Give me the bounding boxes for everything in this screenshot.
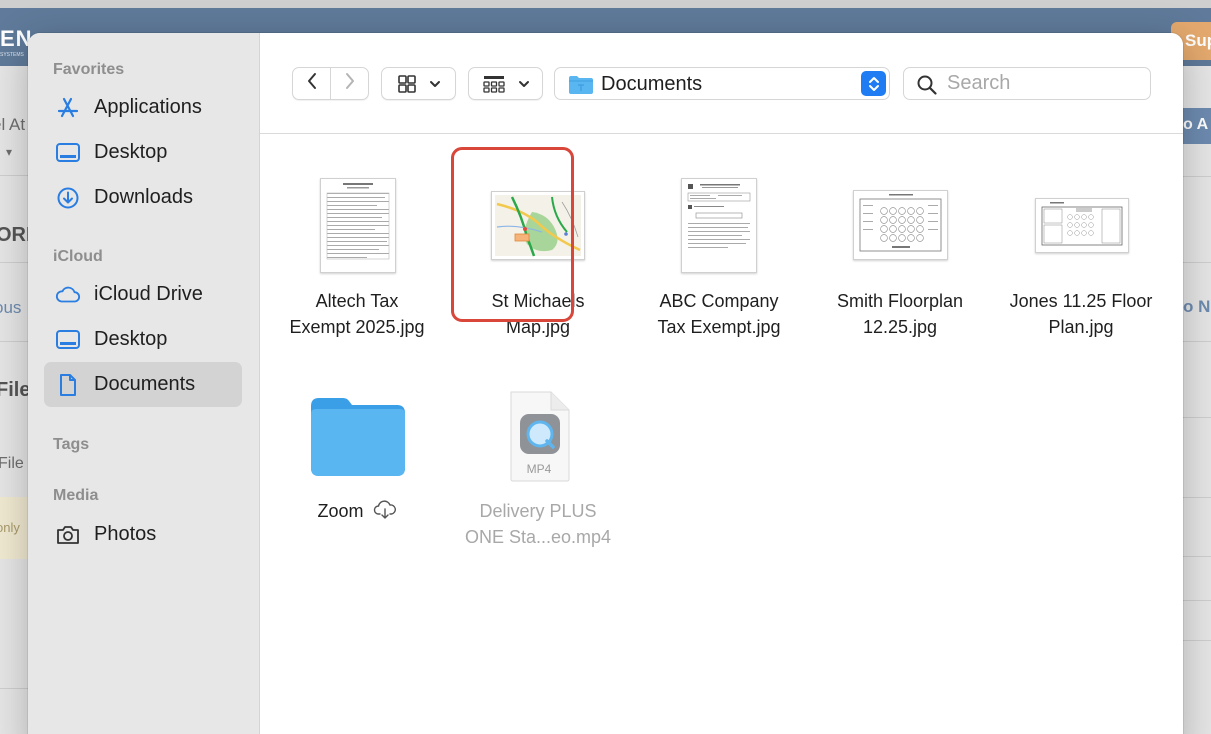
view-mode-button[interactable]: [381, 67, 456, 100]
background-right-button[interactable]: o A: [1183, 108, 1211, 144]
background-divider: [1183, 497, 1211, 498]
background-divider: [0, 262, 28, 263]
chevron-left-icon: [306, 72, 318, 95]
sidebar-section-favorites: Favorites: [53, 61, 125, 78]
file-type-badge: MP4: [526, 462, 552, 476]
folder-item[interactable]: Zoom: [267, 394, 447, 594]
search-icon: [916, 74, 938, 96]
file-name: Smith Floorplan: [836, 291, 964, 311]
chevron-right-icon: [344, 72, 356, 95]
search-input[interactable]: [947, 71, 1137, 96]
sidebar-item-label: Desktop: [94, 141, 168, 163]
sidebar-item-label: Downloads: [94, 186, 193, 208]
file-name: Altech Tax: [315, 291, 399, 311]
file-item[interactable]: Altech Tax Exempt 2025.jpg: [267, 134, 447, 374]
sidebar-section-icloud: iCloud: [53, 248, 103, 265]
grid-view-icon: [397, 74, 417, 94]
background-divider: [1183, 262, 1211, 263]
background-file-button[interactable]: File: [0, 455, 24, 473]
applications-icon: [55, 95, 81, 121]
background-divider: [0, 341, 28, 342]
background-divider: [1183, 341, 1211, 342]
file-name: Plan.jpg: [1048, 317, 1114, 337]
updown-stepper-icon: [861, 71, 886, 96]
search-field[interactable]: [903, 67, 1151, 100]
file-name: ABC Company: [659, 291, 779, 311]
sidebar-item-icloud-desktop[interactable]: Desktop: [44, 317, 242, 362]
file-name: ONE Sta...eo.mp4: [464, 527, 612, 547]
file-name: Delivery PLUS: [479, 501, 597, 521]
file-item[interactable]: ABC Company Tax Exempt.jpg: [629, 134, 809, 374]
sidebar-item-label: iCloud Drive: [94, 283, 203, 305]
background-top-strip: [0, 0, 1211, 8]
sidebar-section-tags: Tags: [53, 436, 90, 453]
toolbar: Documents: [260, 33, 1183, 134]
cloud-icon: [55, 282, 81, 308]
background-divider: [1183, 600, 1211, 601]
back-button[interactable]: [293, 68, 331, 99]
background-label: el At: [0, 115, 26, 134]
sidebar-item-label: Desktop: [94, 328, 168, 350]
sidebar-item-label: Applications: [94, 96, 202, 118]
folder-icon: [309, 394, 407, 478]
sidebar-item-downloads[interactable]: Downloads: [44, 175, 242, 220]
sidebar-section-media: Media: [53, 487, 99, 504]
background-right-link[interactable]: o N: [1183, 297, 1210, 317]
background-dropdown-arrow[interactable]: ▾: [6, 145, 12, 159]
file-name: Exempt 2025.jpg: [289, 317, 425, 337]
desktop-icon: [55, 140, 81, 166]
group-icon: [482, 74, 506, 94]
sidebar-item-label: Documents: [94, 373, 196, 395]
sidebar-item-documents[interactable]: Documents: [44, 362, 242, 407]
location-label: Documents: [601, 73, 703, 95]
background-divider: [1183, 417, 1211, 418]
back-forward-control: [292, 67, 369, 100]
sidebar-item-photos[interactable]: Photos: [44, 512, 242, 557]
file-item[interactable]: Smith Floorplan 12.25.jpg: [810, 134, 990, 374]
file-name: Tax Exempt.jpg: [657, 317, 781, 337]
background-divider: [0, 175, 28, 176]
background-link[interactable]: ous: [0, 298, 21, 318]
background-divider: [1183, 176, 1211, 177]
file-name: 12.25.jpg: [862, 317, 938, 337]
sidebar: Favorites Applications Desktop Downloads…: [28, 33, 260, 734]
background-divider: [1183, 640, 1211, 641]
background-divider: [1183, 556, 1211, 557]
downloads-icon: [55, 185, 81, 211]
file-name: Jones 11.25 Floor: [1009, 291, 1153, 311]
background-divider: [0, 688, 28, 689]
file-browser: Documents Search Altech Tax Exempt 2025.…: [260, 33, 1183, 734]
sidebar-item-applications[interactable]: Applications: [44, 85, 242, 130]
document-icon: [55, 372, 81, 398]
sidebar-item-label: Photos: [94, 523, 157, 545]
folder-name-row: Zoom: [267, 498, 447, 527]
file-item-disabled: MP4 Delivery PLUS ONE Sta...eo.mp4: [448, 391, 628, 594]
background-note-text: only: [0, 520, 20, 535]
sidebar-item-desktop[interactable]: Desktop: [44, 130, 242, 175]
forward-button[interactable]: [331, 68, 369, 99]
cloud-download-icon: [373, 500, 397, 527]
file-name: Zoom: [317, 501, 364, 521]
chevron-down-icon: [429, 80, 441, 88]
camera-icon: [55, 522, 81, 548]
background-heading: ORI: [0, 224, 32, 246]
folder-icon: [568, 74, 594, 95]
document-thumbnail: [320, 178, 396, 273]
document-thumbnail: [681, 178, 757, 273]
sidebar-item-icloud-drive[interactable]: iCloud Drive: [44, 272, 242, 317]
background-logo-subtitle: SYSTEMS: [0, 52, 24, 58]
floorplan-thumbnail: [853, 190, 948, 260]
group-by-button[interactable]: [468, 67, 543, 100]
chevron-down-icon: [518, 80, 530, 88]
desktop-icon: [55, 327, 81, 353]
floorplan-thumbnail: [1035, 198, 1129, 253]
file-open-dialog: Favorites Applications Desktop Downloads…: [28, 33, 1183, 734]
file-item[interactable]: Jones 11.25 Floor Plan.jpg: [991, 134, 1171, 374]
location-popup[interactable]: Documents: [554, 67, 890, 100]
selection-highlight-box: [451, 147, 574, 322]
background-file-heading: File: [0, 379, 31, 401]
